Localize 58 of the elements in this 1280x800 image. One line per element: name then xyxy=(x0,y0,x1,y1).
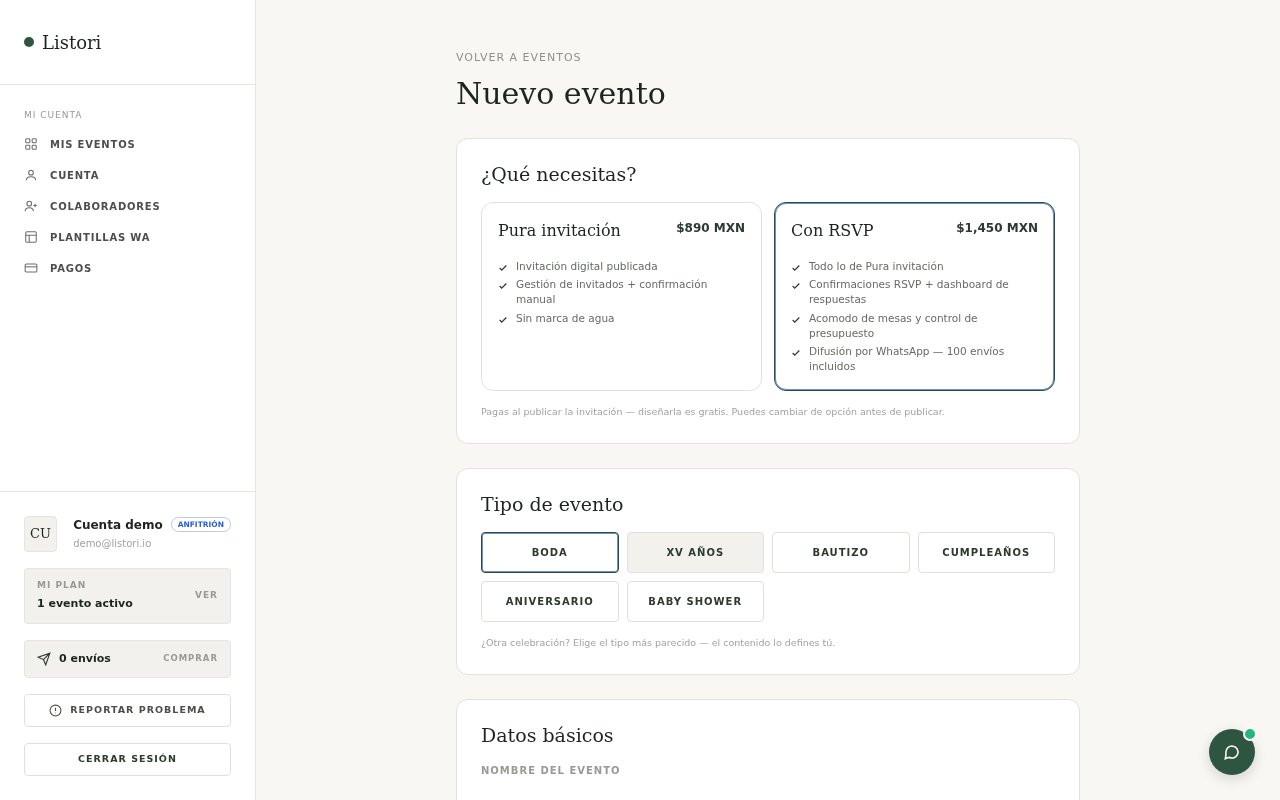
option-price: $1,450 MXN xyxy=(956,219,1038,237)
event-type-option[interactable]: BODA xyxy=(481,531,619,573)
check-icon xyxy=(498,314,508,325)
sidebar-item[interactable]: CUENTA xyxy=(0,159,255,191)
check-icon xyxy=(498,262,508,273)
section-title: ¿Qué necesitas? xyxy=(481,163,638,186)
sidebar-item[interactable]: COLABORADORES xyxy=(0,190,255,222)
sends-count: 0 envíos xyxy=(59,650,112,667)
check-icon xyxy=(791,314,801,325)
feature-text: Sin marca de agua xyxy=(516,310,615,326)
grid-icon xyxy=(24,137,38,151)
section-title: Datos básicos xyxy=(481,723,615,747)
layout-icon xyxy=(24,230,38,244)
feature-text: Invitación digital publicada xyxy=(516,258,658,274)
feature-text: Todo lo de Pura invitación xyxy=(809,258,944,274)
avatar: CU xyxy=(24,515,58,552)
help-text: Pagas al publicar la invitación — diseñarla es gratis. Puedes cambiar de opción antes de publicar. xyxy=(481,404,946,419)
sidebar-item[interactable]: PLANTILLAS WA xyxy=(0,221,255,253)
sidebar-item[interactable]: PAGOS xyxy=(0,252,255,284)
alert-icon xyxy=(49,704,63,717)
feature-text: Difusión por WhatsApp — 100 envíos incluidos xyxy=(809,344,1006,374)
user-icon xyxy=(24,168,38,182)
account-email: demo@listori.io xyxy=(73,536,153,551)
option-name: Pura invitación xyxy=(498,219,621,242)
credit-card-icon xyxy=(24,261,38,275)
plan-label: MI PLAN xyxy=(37,578,88,592)
check-icon xyxy=(791,262,801,273)
section-title: Tipo de evento xyxy=(481,492,625,516)
report-problem-button[interactable]: REPORTAR PROBLEMA xyxy=(24,694,231,727)
plan-value: 1 evento activo xyxy=(37,596,134,612)
event-type-option[interactable]: BAUTIZO xyxy=(772,531,910,573)
section-heading: MI CUENTA xyxy=(24,109,84,122)
check-icon xyxy=(791,348,801,359)
sidebar-item[interactable]: MIS EVENTOS xyxy=(0,128,255,160)
event-type-option[interactable]: XV AÑOS xyxy=(626,531,764,573)
option-name: Con RSVP xyxy=(791,219,874,242)
brand-name[interactable]: Listori xyxy=(42,28,102,56)
account-name: Cuenta demo xyxy=(73,516,163,534)
check-icon xyxy=(791,281,801,292)
plan-option[interactable]: Pura invitación $890 MXN Invitación digital publicada Gestión de invitados + confirmación manual Sin marca de agua xyxy=(481,201,762,391)
chat-button[interactable] xyxy=(1209,729,1255,775)
event-type-option[interactable]: BABY SHOWER xyxy=(626,580,764,622)
event-type-option[interactable]: CUMPLEAÑOS xyxy=(917,531,1055,573)
field-label: NOMBRE DEL EVENTO xyxy=(481,763,622,778)
plan-option[interactable]: Con RSVP $1,450 MXN Todo lo de Pura invitación Confirmaciones RSVP + dashboard de respuestas Acomodo de mesas y control de presupuesto Difusión por WhatsApp — 100 envíos incluidos xyxy=(774,201,1055,391)
event-type-option[interactable]: ANIVERSARIO xyxy=(481,580,619,622)
feature-text: Gestión de invitados + confirmación manual xyxy=(516,277,709,307)
feature-text: Confirmaciones RSVP + dashboard de respuestas xyxy=(809,277,1010,307)
feature-text: Acomodo de mesas y control de presupuesto xyxy=(809,310,979,341)
send-icon xyxy=(37,651,51,666)
check-icon xyxy=(498,281,508,292)
help-text: ¿Otra celebración? Elige el tipo más parecido — el contenido lo defines tú. xyxy=(481,635,837,650)
logo-dot-icon xyxy=(24,37,34,47)
page-title: Nuevo evento xyxy=(456,76,667,112)
logout-button[interactable]: CERRAR SESIÓN xyxy=(24,743,231,776)
chat-bubble-icon xyxy=(1223,743,1241,761)
add-user-icon xyxy=(24,199,38,213)
option-price: $890 MXN xyxy=(676,219,745,237)
